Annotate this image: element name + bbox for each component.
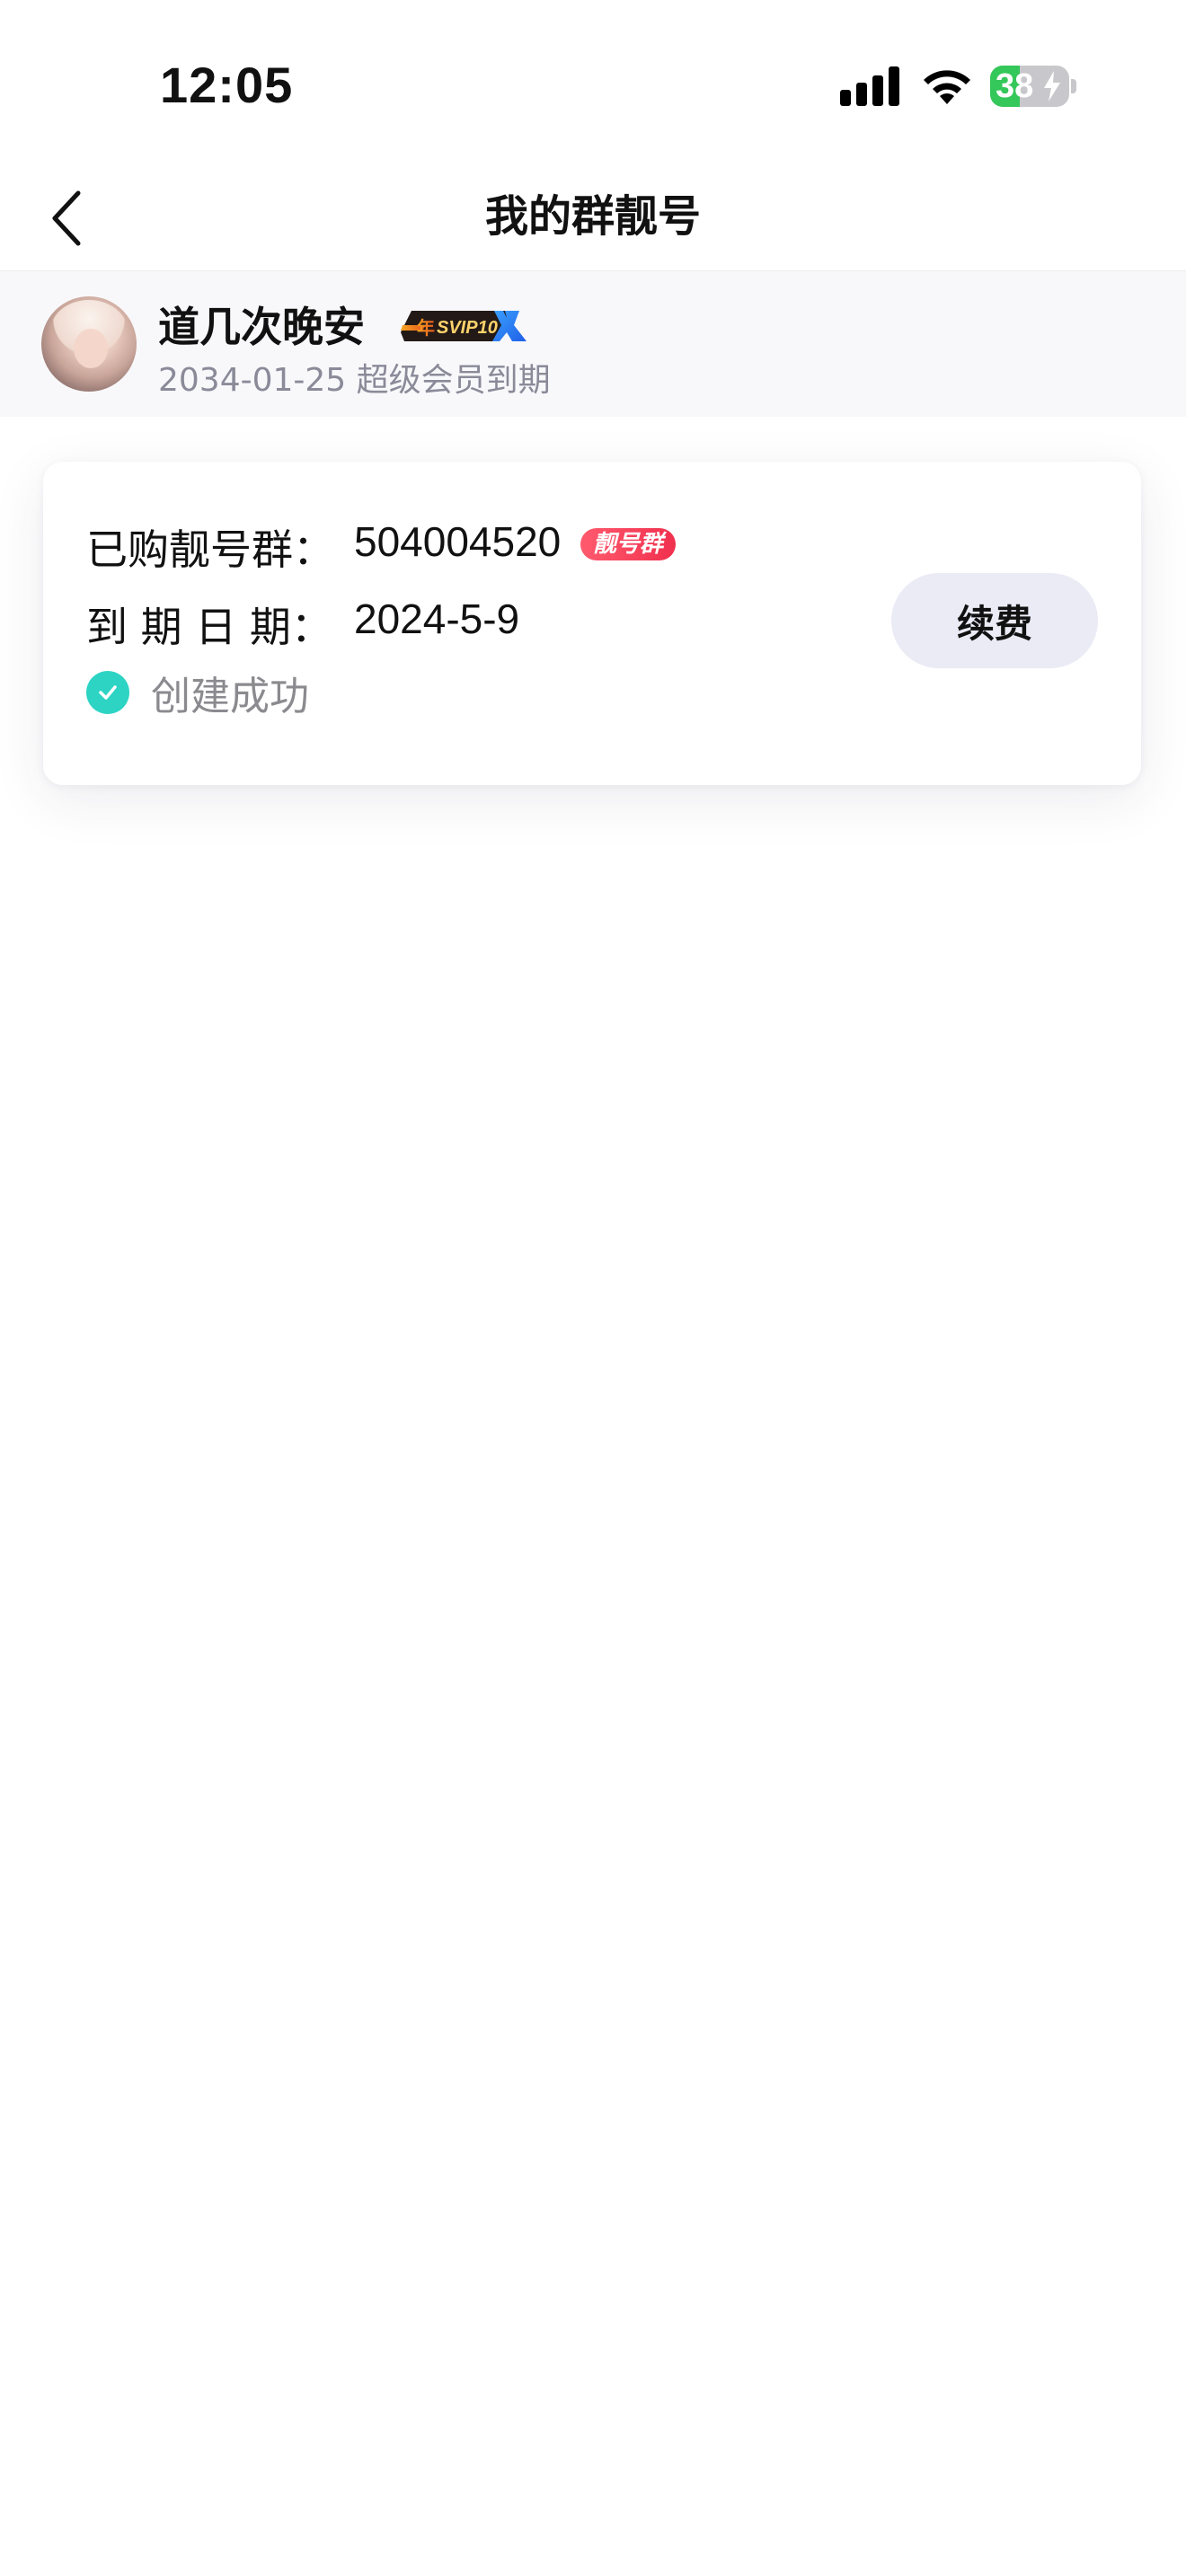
- svip-badge-icon: 年 SVIP10: [401, 311, 527, 341]
- user-header: 道几次晚安 年 SVIP10 2034-01-25 超级会员到期: [0, 271, 1186, 417]
- expiry-date: 2024-5-9: [354, 595, 520, 642]
- avatar[interactable]: [41, 296, 137, 392]
- back-button[interactable]: [27, 178, 108, 259]
- status-time: 12:05: [160, 57, 294, 113]
- wifi-icon: [918, 63, 976, 108]
- battery-cap: [1071, 79, 1076, 93]
- group-number-card: 已购靓号群： 504004520 靓号群 到 期 日 期： 2024-5-9 创…: [43, 462, 1141, 785]
- status-row: 创建成功: [86, 670, 309, 719]
- svg-text:SVIP10: SVIP10: [437, 318, 498, 338]
- status-text: 创建成功: [151, 674, 309, 719]
- purchased-label: 已购靓号群：: [86, 525, 334, 574]
- bolt-icon: [1044, 71, 1060, 101]
- svg-text:年: 年: [417, 317, 435, 339]
- group-number: 504004520: [354, 518, 562, 565]
- member-expiry: 2034-01-25 超级会员到期: [158, 362, 551, 399]
- group-tag-badge: 靓号群: [580, 528, 677, 560]
- page-title: 我的群靓号: [484, 191, 701, 242]
- expiry-label: 到 期 日 期：: [86, 603, 332, 651]
- battery-icon: 38: [990, 66, 1069, 107]
- username: 道几次晚安: [158, 303, 365, 351]
- check-circle-icon: [86, 671, 129, 714]
- renew-button[interactable]: 续费: [891, 573, 1098, 668]
- signal-icon: [840, 66, 903, 106]
- status-bar: 12:05 38: [0, 0, 1186, 162]
- nav-bar: 我的群靓号: [0, 162, 1186, 271]
- chevron-left-icon: [52, 190, 81, 246]
